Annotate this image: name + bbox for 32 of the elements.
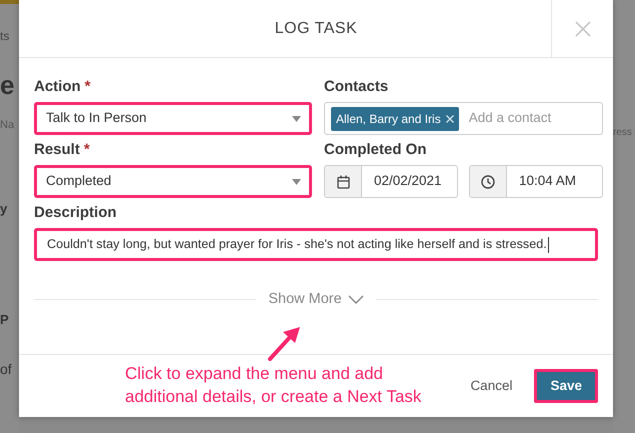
field-label: Contacts — [324, 78, 388, 95]
description-field[interactable]: Couldn't stay long, but wanted prayer for Iris - she's not acting like herself and is stressed. — [34, 228, 598, 261]
caret-icon — [292, 178, 301, 184]
remove-icon[interactable] — [446, 114, 454, 122]
select-field[interactable]: Talk to In Person — [34, 102, 312, 135]
background-text: y — [0, 202, 8, 215]
contacts-field[interactable]: Allen, Barry and Iris Add a contact — [324, 102, 603, 135]
background-text: ts — [0, 30, 10, 42]
placeholder-text: Add a contact — [468, 109, 552, 128]
background-text: of — [0, 362, 13, 376]
cancel-button[interactable]: Cancel — [470, 376, 512, 396]
clock-icon — [481, 174, 495, 188]
field-label: Description — [34, 204, 117, 221]
required-mark: * — [84, 78, 91, 95]
chevron-icon — [348, 295, 364, 304]
field-label: Completed On — [324, 141, 427, 158]
required-mark: * — [84, 141, 90, 158]
caret-icon — [292, 116, 301, 122]
date-field[interactable]: 02/02/2021 — [324, 165, 458, 198]
contact-tag[interactable]: Allen, Barry and Iris — [331, 106, 459, 130]
modal-title: LOG TASK — [274, 18, 358, 38]
background-text: P — [0, 313, 10, 326]
save-button[interactable]: Save — [534, 369, 598, 403]
time-field[interactable]: 10:04 AM — [469, 165, 603, 198]
field-label: Result — [34, 141, 80, 158]
annotation-text: Click to expand the menu and add additional details, or create a Next Task — [125, 363, 422, 408]
field-label: Action — [34, 78, 81, 95]
show-more-button[interactable]: Show More — [268, 289, 364, 311]
select-field[interactable]: Completed — [34, 165, 312, 198]
background-text: e — [0, 72, 16, 98]
annotation-arrow — [267, 326, 303, 362]
calendar-icon — [336, 174, 350, 188]
